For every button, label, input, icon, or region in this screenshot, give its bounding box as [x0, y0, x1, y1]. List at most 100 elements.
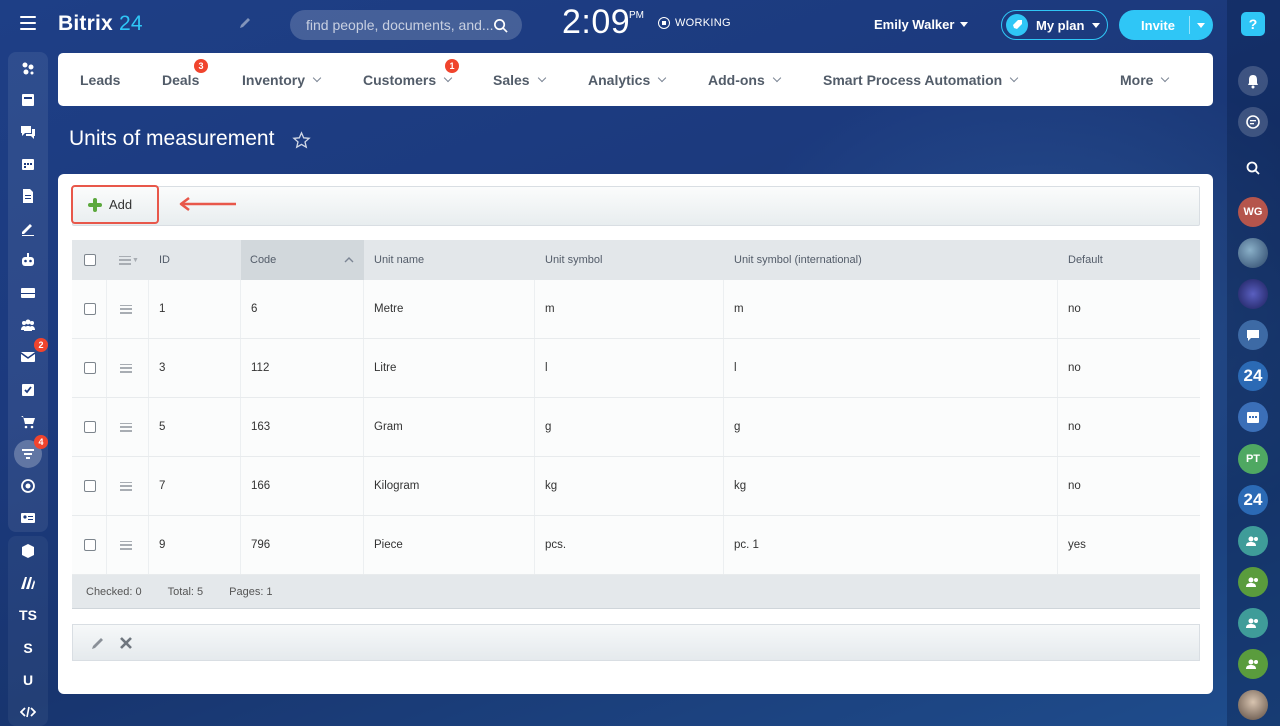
column-header-code[interactable]: Code	[241, 240, 364, 280]
user-name: Emily Walker	[874, 17, 955, 32]
row-checkbox[interactable]	[84, 362, 96, 374]
group-chat-icon[interactable]	[1238, 320, 1268, 350]
menu-icon[interactable]	[20, 16, 36, 30]
target-icon[interactable]	[14, 472, 42, 500]
activity-stream-icon[interactable]	[14, 55, 42, 83]
contact-card-icon[interactable]	[14, 504, 42, 532]
table-row[interactable]: 9 796 Piece pcs. pc. 1 yes	[72, 516, 1200, 575]
table-row[interactable]: 3 112 Litre l l no	[72, 339, 1200, 398]
add-button[interactable]: Add	[71, 185, 159, 224]
table-row[interactable]: 7 166 Kilogram kg kg no	[72, 457, 1200, 516]
signature-icon[interactable]	[14, 214, 42, 242]
help-button[interactable]: ?	[1241, 12, 1265, 36]
column-header-id[interactable]: ID	[149, 240, 241, 280]
column-settings-icon[interactable]	[119, 255, 131, 265]
delete-icon[interactable]	[119, 636, 133, 650]
notifications-icon[interactable]	[1238, 66, 1268, 96]
my-plan-button[interactable]: My plan	[1001, 10, 1108, 40]
row-menu-icon[interactable]	[120, 304, 132, 314]
sites-icon[interactable]	[14, 569, 42, 597]
right-sidebar: ? WG 24 PT 24	[1227, 0, 1280, 726]
messenger-icon[interactable]	[1238, 107, 1268, 137]
crm-funnel-icon[interactable]: 4	[14, 435, 48, 468]
select-all-checkbox[interactable]	[84, 254, 96, 266]
row-menu-icon[interactable]	[120, 422, 132, 432]
column-header-unit-symbol[interactable]: Unit symbol	[535, 240, 724, 280]
cell-unit-name: Piece	[364, 516, 535, 574]
row-menu-icon[interactable]	[120, 540, 132, 550]
column-header-unit-name[interactable]: Unit name	[364, 240, 535, 280]
tasks-icon[interactable]	[14, 376, 42, 404]
cell-code: 166	[241, 457, 364, 515]
chevron-down-icon[interactable]	[1197, 22, 1205, 28]
table-row[interactable]: 1 6 Metre m m no	[72, 280, 1200, 339]
mail-icon[interactable]: 2	[14, 338, 48, 371]
code-icon[interactable]	[14, 698, 42, 726]
work-status[interactable]: WORKING	[658, 17, 731, 29]
chevron-down-icon	[658, 73, 667, 83]
nav-inventory[interactable]: Inventory	[242, 72, 322, 88]
avatar-group[interactable]	[1238, 279, 1268, 309]
nav-label: Sales	[493, 72, 530, 88]
box-icon[interactable]	[14, 537, 42, 565]
bitrix24-chat-2[interactable]: 24	[1238, 485, 1268, 515]
edit-icon[interactable]	[91, 636, 105, 650]
search-icon[interactable]	[1238, 153, 1268, 183]
user-menu[interactable]: Emily Walker	[874, 17, 969, 32]
robot-icon[interactable]	[14, 246, 42, 274]
employees-icon[interactable]	[14, 311, 42, 339]
document-icon[interactable]	[14, 182, 42, 210]
cell-default: yes	[1068, 539, 1086, 551]
bitrix24-chat-1[interactable]: 24	[1238, 361, 1268, 391]
chat-icon[interactable]	[14, 118, 42, 146]
sidebar-item-s[interactable]: S	[14, 634, 42, 662]
nav-add-ons[interactable]: Add-ons	[708, 72, 782, 88]
row-checkbox[interactable]	[84, 421, 96, 433]
search-icon[interactable]	[493, 18, 508, 33]
calendar-chat-icon[interactable]	[1238, 402, 1268, 432]
row-checkbox[interactable]	[84, 480, 96, 492]
group-avatar-icon[interactable]	[1238, 567, 1268, 597]
group-avatar-icon[interactable]	[1238, 649, 1268, 679]
invite-separator	[1189, 16, 1190, 34]
favorite-star-icon[interactable]	[292, 131, 311, 150]
mail-badge: 2	[34, 338, 48, 352]
table-row[interactable]: 5 163 Gram g g no	[72, 398, 1200, 457]
cell-unit-symbol: pcs.	[535, 516, 724, 574]
cell-code: 6	[241, 280, 364, 338]
column-settings[interactable]: ▼	[107, 240, 149, 280]
avatar-wg[interactable]: WG	[1238, 197, 1268, 227]
cart-icon[interactable]	[14, 408, 42, 436]
sidebar-item-ts[interactable]: TS	[14, 601, 42, 629]
column-header-default[interactable]: Default	[1058, 240, 1200, 280]
edit-logo-icon[interactable]	[238, 16, 252, 30]
calendar-icon[interactable]	[14, 150, 42, 178]
bitrix-logo[interactable]: Bitrix 24	[58, 12, 143, 36]
group-avatar-icon[interactable]	[1238, 526, 1268, 556]
row-menu-icon[interactable]	[120, 481, 132, 491]
avatar-photo[interactable]	[1238, 690, 1268, 720]
row-checkbox[interactable]	[84, 303, 96, 315]
search-input[interactable]	[306, 17, 493, 33]
news-icon[interactable]	[14, 86, 42, 114]
avatar-photo[interactable]	[1238, 238, 1268, 268]
avatar-pt[interactable]: PT	[1238, 444, 1268, 474]
invite-button[interactable]: Invite	[1119, 10, 1213, 40]
search-bar[interactable]	[290, 10, 522, 40]
nav-deals[interactable]: Deals 3	[162, 59, 208, 88]
nav-analytics[interactable]: Analytics	[588, 72, 667, 88]
group-avatar-icon[interactable]	[1238, 608, 1268, 638]
sidebar-item-u[interactable]: U	[14, 666, 42, 694]
nav-leads[interactable]: Leads	[80, 72, 120, 88]
nav-more[interactable]: More	[1120, 72, 1170, 88]
nav-smart-process-automation[interactable]: Smart Process Automation	[823, 72, 1019, 88]
drive-icon[interactable]	[14, 279, 42, 307]
row-menu-icon[interactable]	[120, 363, 132, 373]
nav-customers[interactable]: Customers 1	[363, 59, 459, 88]
row-menu-cell	[107, 516, 149, 574]
nav-sales[interactable]: Sales	[493, 72, 546, 88]
row-checkbox[interactable]	[84, 539, 96, 551]
clock[interactable]: 2:09	[562, 3, 630, 42]
column-header-unit-symbol-intl[interactable]: Unit symbol (international)	[724, 240, 1058, 280]
cell-id: 9	[149, 516, 241, 574]
